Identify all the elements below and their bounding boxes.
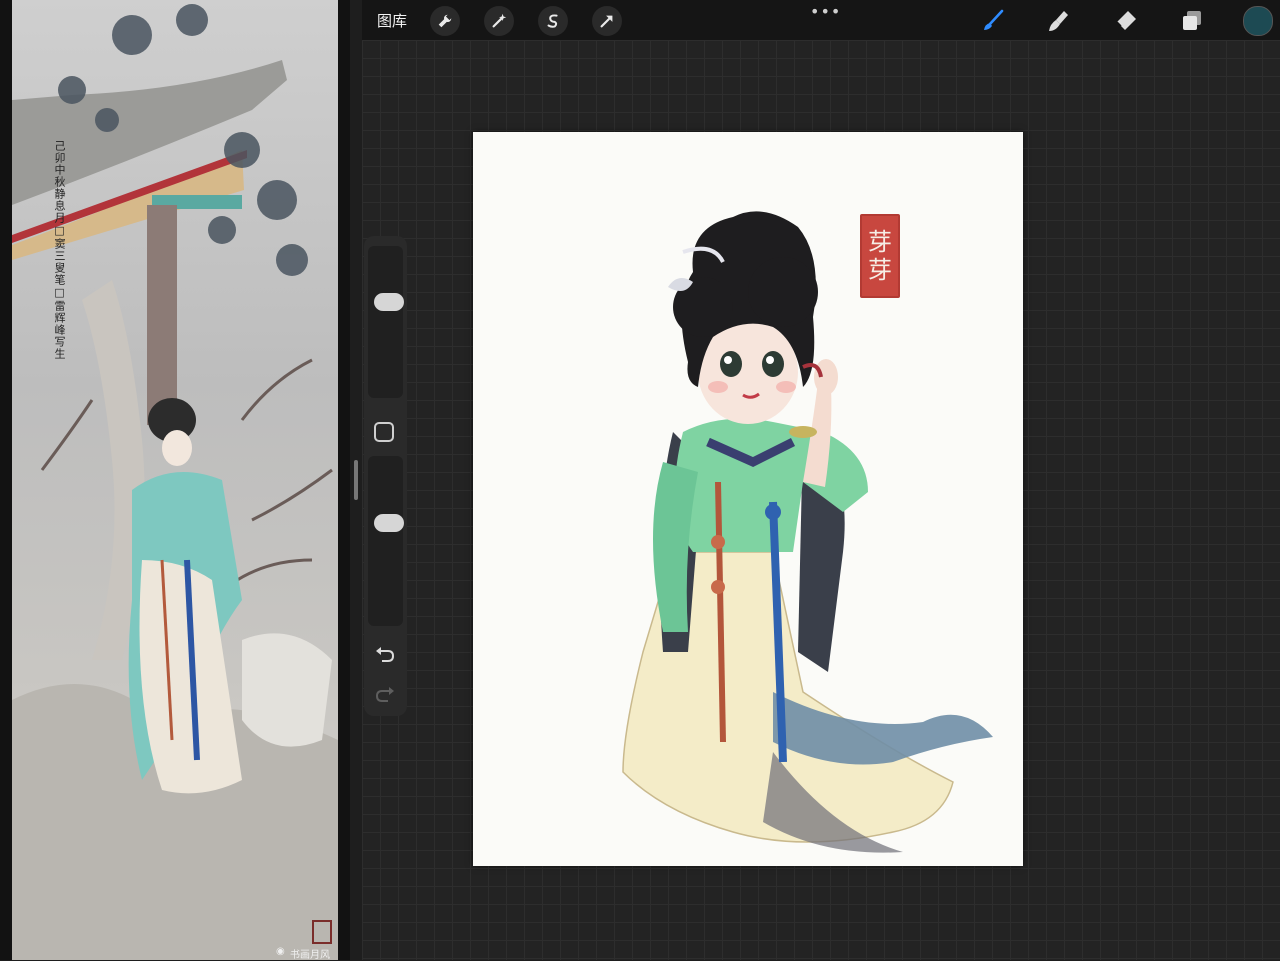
stamp-char: 芽 (868, 256, 892, 284)
stamp-char: 芽 (868, 228, 892, 256)
character-illustration (622, 211, 993, 853)
undo-icon[interactable] (373, 642, 397, 666)
artist-seal-icon (312, 920, 332, 944)
magic-wand-icon[interactable] (484, 6, 514, 36)
canvas-area[interactable]: 芽 芽 (362, 40, 1280, 960)
reference-panel: 己卯中秋静息月□窦三叟笔□雷辉峰写生 ◉ 书画月风 (0, 0, 350, 961)
top-toolbar: 图库 ••• (362, 0, 1280, 40)
smudge-icon[interactable] (1044, 6, 1074, 36)
move-arrow-icon[interactable] (592, 6, 622, 36)
wrench-icon[interactable] (430, 6, 460, 36)
side-toolbar (364, 236, 407, 716)
ellipsis-icon[interactable]: ••• (810, 2, 841, 21)
reference-panel-resize-handle[interactable] (354, 460, 358, 500)
name-stamp: 芽 芽 (860, 214, 900, 298)
opacity-thumb[interactable] (374, 514, 404, 532)
eraser-icon[interactable] (1111, 6, 1141, 36)
brush-icon[interactable] (978, 6, 1008, 36)
square-icon[interactable] (374, 422, 394, 442)
selection-s-icon[interactable] (538, 6, 568, 36)
color-swatch[interactable] (1243, 6, 1273, 36)
reference-painting: 己卯中秋静息月□窦三叟笔□雷辉峰写生 (12, 0, 338, 960)
redo-icon[interactable] (373, 682, 397, 706)
weibo-icon: ◉ (276, 946, 285, 957)
layers-icon[interactable] (1177, 6, 1207, 36)
painting-inscription: 己卯中秋静息月□窦三叟笔□雷辉峰写生 (53, 140, 66, 360)
gallery-button[interactable]: 图库 (377, 10, 407, 31)
brush-size-thumb[interactable] (374, 293, 404, 311)
watermark-text: 书画月风 (290, 950, 330, 961)
artboard[interactable]: 芽 芽 (473, 132, 1023, 866)
opacity-slider[interactable] (368, 456, 404, 626)
brush-size-slider[interactable] (368, 246, 404, 398)
